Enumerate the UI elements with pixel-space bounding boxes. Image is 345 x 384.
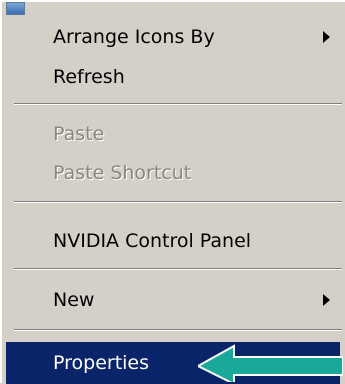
context-menu: Arrange Icons By Refresh Paste Paste Sho… bbox=[0, 0, 345, 384]
menu-item-label: NVIDIA Control Panel bbox=[53, 230, 252, 252]
menu-separator bbox=[14, 329, 342, 331]
submenu-arrow-icon bbox=[323, 31, 330, 43]
menu-item-label: Refresh bbox=[53, 66, 125, 88]
submenu-arrow-icon bbox=[323, 294, 330, 306]
menu-item-label: New bbox=[53, 289, 95, 311]
menu-item-label: Paste bbox=[53, 123, 105, 145]
menu-item-new[interactable]: New bbox=[6, 280, 340, 320]
menu-item-nvidia-control-panel[interactable]: NVIDIA Control Panel bbox=[6, 221, 340, 261]
desktop-icon bbox=[6, 2, 25, 15]
menu-separator bbox=[14, 201, 342, 203]
menu-item-label: Paste Shortcut bbox=[53, 162, 192, 184]
menu-item-paste: Paste bbox=[6, 114, 340, 154]
menu-item-arrange-icons-by[interactable]: Arrange Icons By bbox=[6, 17, 340, 57]
arrow-left-icon bbox=[198, 344, 343, 382]
menu-separator bbox=[14, 103, 342, 105]
menu-item-paste-shortcut: Paste Shortcut bbox=[6, 153, 340, 193]
menu-item-label: Arrange Icons By bbox=[53, 26, 215, 48]
menu-separator bbox=[14, 268, 342, 270]
menu-item-label: Properties bbox=[53, 352, 150, 374]
menu-item-refresh[interactable]: Refresh bbox=[6, 57, 340, 97]
